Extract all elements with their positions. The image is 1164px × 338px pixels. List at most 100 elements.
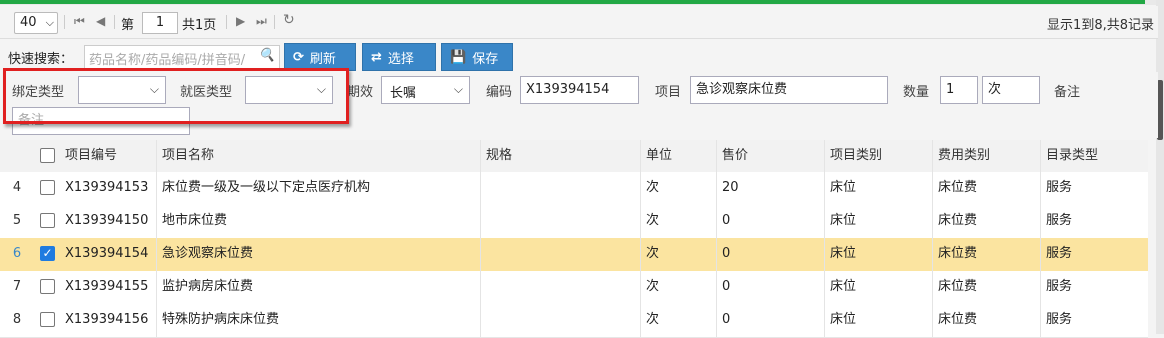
record-info: 显示1到8,共8记录: [1047, 18, 1154, 33]
row-checkbox[interactable]: [40, 213, 55, 228]
reload-icon[interactable]: ↻: [283, 12, 295, 28]
header-unit[interactable]: 单位: [640, 140, 672, 172]
quantity-field[interactable]: 1: [940, 76, 978, 104]
prev-page-icon[interactable]: ◀: [96, 14, 105, 28]
chevron-down-icon: ⌵: [149, 82, 159, 96]
cell-price: 0: [716, 271, 730, 304]
page-size-value: 40: [20, 15, 37, 30]
cell-price: 0: [716, 238, 730, 271]
progress-bar: [0, 0, 1145, 4]
cell-code: X139394155: [65, 279, 149, 294]
floppy-icon: 💾: [450, 49, 467, 65]
cell-name: 急诊观察床位费: [156, 238, 253, 271]
cell-unit: 次: [640, 205, 659, 238]
header-fee-type[interactable]: 费用类别: [932, 140, 990, 172]
save-button[interactable]: 💾 保存: [441, 43, 513, 71]
cell-category: 床位: [824, 205, 856, 238]
cell-category: 床位: [824, 172, 856, 205]
select-button[interactable]: ⇄ 选择: [362, 43, 436, 71]
cell-spec: [480, 238, 486, 271]
period-value: 长嘱: [390, 86, 417, 101]
cell-spec: [480, 172, 486, 205]
period-select[interactable]: 长嘱 ⌵: [381, 76, 470, 104]
row-checkbox[interactable]: [40, 279, 55, 294]
swap-icon: ⇄: [371, 49, 382, 65]
quantity-label: 数量: [903, 85, 930, 100]
code-label: 编码: [486, 85, 513, 100]
cell-code: X139394154: [65, 246, 149, 261]
first-page-icon[interactable]: ⏮: [74, 14, 85, 29]
cell-catalog-type: 服务: [1040, 205, 1072, 238]
item-field[interactable]: 急诊观察床位费: [690, 76, 888, 104]
select-label: 选择: [387, 51, 414, 67]
cell-fee-type: 床位费: [932, 172, 977, 205]
row-checkbox[interactable]: [40, 180, 55, 195]
header-name[interactable]: 项目名称: [156, 140, 214, 172]
note-field[interactable]: 备注: [12, 107, 190, 135]
item-label: 项目: [655, 85, 682, 100]
header-code[interactable]: 项目编号: [60, 140, 117, 172]
refresh-button[interactable]: ⟳ 刷新: [284, 43, 356, 71]
cell-code: X139394156: [65, 312, 149, 327]
quick-search-label: 快速搜索：: [8, 52, 74, 67]
save-label: 保存: [472, 51, 499, 67]
row-checkbox[interactable]: [40, 312, 55, 327]
table-row[interactable]: 4 X139394153 床位费一级及一级以下定点医疗机构 次 20 床位 床位费 服务: [0, 172, 1148, 206]
page-prefix: 第: [121, 18, 135, 33]
note-label: 备注: [1054, 85, 1081, 100]
table-row[interactable]: 6 ✓ X139394154 急诊观察床位费 次 0 床位 床位费 服务: [0, 238, 1148, 272]
search-input[interactable]: 药品名称/药品编码/拼音码/ 🔍: [84, 45, 280, 69]
code-field[interactable]: X139394154: [520, 76, 639, 104]
cell-name: 特殊防护病床床位费: [156, 304, 279, 337]
row-number: 8: [12, 312, 22, 327]
header-spec[interactable]: 规格: [480, 140, 512, 172]
divider: [226, 15, 227, 29]
header-price[interactable]: 售价: [716, 140, 748, 172]
cell-fee-type: 床位费: [932, 238, 977, 271]
row-number: 6: [12, 246, 22, 261]
row-number: 7: [12, 279, 22, 294]
edit-form: 绑定类型 ⌵ 就医类型 ⌵ 期效 长嘱 ⌵ 编码 X139394154 项目 急…: [0, 72, 1158, 138]
divider: [274, 15, 275, 29]
cell-name: 地市床位费: [156, 205, 227, 238]
cell-unit: 次: [640, 172, 659, 205]
header-category[interactable]: 项目类别: [824, 140, 882, 172]
cell-catalog-type: 服务: [1040, 172, 1072, 205]
cell-catalog-type: 服务: [1040, 304, 1072, 337]
row-number: 4: [12, 180, 22, 195]
divider: [114, 15, 115, 29]
chevron-down-icon: ⌵: [45, 16, 54, 29]
last-page-icon[interactable]: ⏭: [256, 14, 267, 29]
select-all-checkbox[interactable]: [40, 148, 55, 163]
table-header: 项目编号 项目名称 规格 单位 售价 项目类别 费用类别 目录类型: [0, 140, 1148, 173]
page-number-input[interactable]: 1: [142, 12, 178, 34]
cell-price: 0: [716, 304, 730, 337]
cell-unit: 次: [640, 238, 659, 271]
pager: 40 ⌵ ⏮ ◀ 第 1 共1页 ▶ ⏭ ↻ 显示1到8,共8记录: [0, 6, 1158, 39]
header-catalog-type[interactable]: 目录类型: [1040, 140, 1098, 172]
cell-code: X139394153: [65, 180, 149, 195]
bind-type-select[interactable]: ⌵: [78, 76, 166, 104]
cell-catalog-type: 服务: [1040, 271, 1072, 304]
visit-type-select[interactable]: ⌵: [245, 76, 333, 104]
cell-name: 监护病房床位费: [156, 271, 253, 304]
search-icon[interactable]: 🔍: [259, 48, 275, 63]
next-page-icon[interactable]: ▶: [236, 14, 245, 28]
period-label: 期效: [347, 85, 374, 100]
page-total: 共1页: [182, 18, 217, 33]
cell-fee-type: 床位费: [932, 271, 977, 304]
cell-spec: [480, 304, 486, 337]
cell-code: X139394150: [65, 213, 149, 228]
unit-field[interactable]: 次: [982, 76, 1040, 104]
page-size-select[interactable]: 40 ⌵: [14, 12, 58, 34]
cell-fee-type: 床位费: [932, 304, 977, 337]
table-row[interactable]: 5 X139394150 地市床位费 次 0 床位 床位费 服务: [0, 205, 1148, 239]
cell-catalog-type: 服务: [1040, 238, 1072, 271]
cell-price: 0: [716, 205, 730, 238]
cell-name: 床位费一级及一级以下定点医疗机构: [156, 172, 370, 205]
row-number: 5: [12, 213, 22, 228]
table-row[interactable]: 8 X139394156 特殊防护病床床位费 次 0 床位 床位费 服务: [0, 304, 1148, 338]
row-checkbox[interactable]: ✓: [40, 246, 55, 261]
cell-unit: 次: [640, 304, 659, 337]
table-row[interactable]: 7 X139394155 监护病房床位费 次 0 床位 床位费 服务: [0, 271, 1148, 305]
